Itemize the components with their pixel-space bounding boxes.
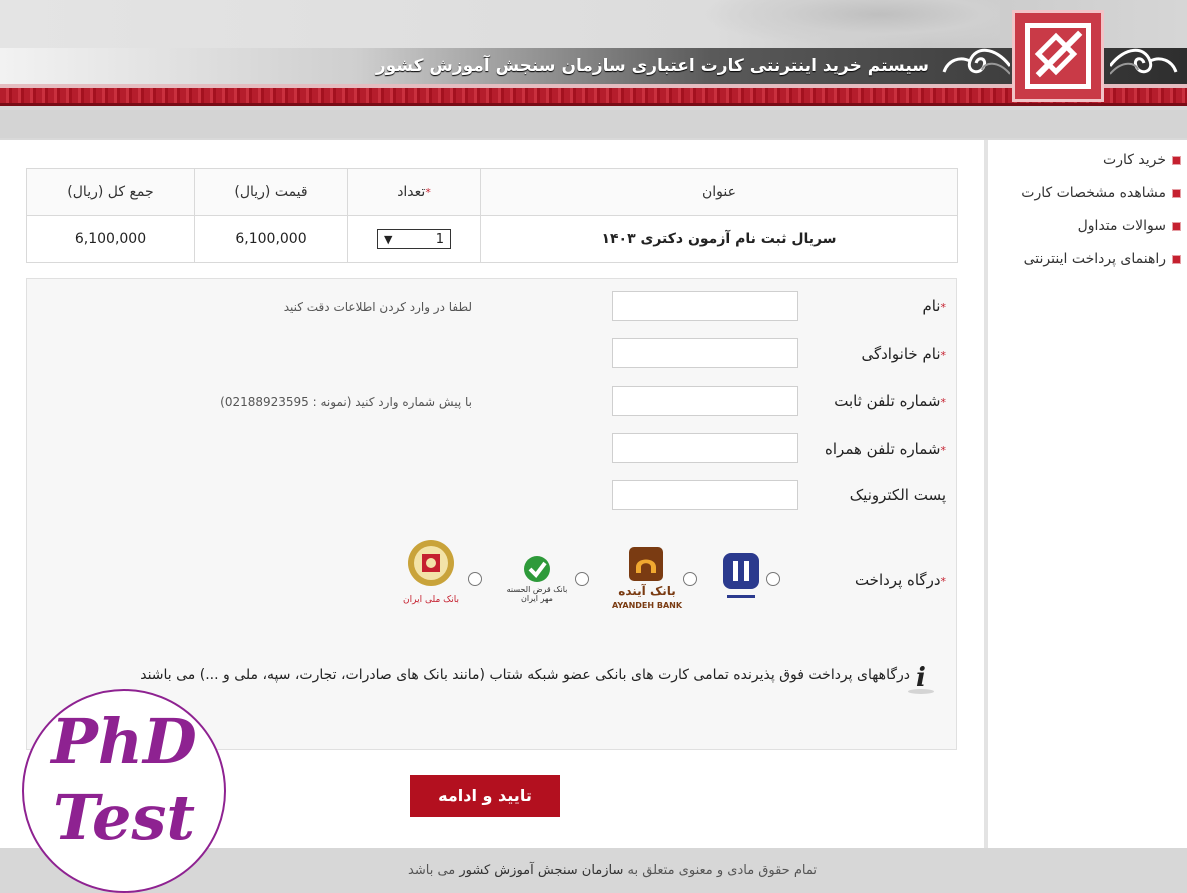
- col-price-header: قیمت (ریال): [194, 168, 348, 216]
- required-icon: *: [940, 396, 947, 409]
- table-row: سریال ثبت نام آزمون دکتری ۱۴۰۳ ▼ 1 6,100…: [26, 215, 958, 263]
- required-icon: *: [940, 301, 947, 314]
- phd-test-watermark: PhD Test: [22, 689, 226, 893]
- phone-input[interactable]: [612, 386, 798, 416]
- first-name-input[interactable]: [612, 291, 798, 321]
- phone-label: *شماره تلفن ثابت: [834, 392, 947, 410]
- cart-header-row: عنوان *تعداد قیمت (ریال) جمع کل (ریال): [26, 168, 958, 216]
- col-quantity-header: *تعداد: [347, 168, 481, 216]
- customer-form: *نام لطفا در وارد کردن اطلاعات دقت کنید …: [26, 278, 957, 750]
- ayandeh-name: بانک آینده: [618, 584, 676, 598]
- gateway-label: *درگاه پرداخت: [854, 571, 947, 589]
- melli-name: بانک ملی ایران: [403, 595, 459, 605]
- first-name-hint: لطفا در وارد کردن اطلاعات دقت کنید: [283, 300, 472, 314]
- header-red-pattern: [0, 84, 1187, 106]
- footer-org-name: سازمان سنجش آموزش کشور: [459, 863, 624, 878]
- last-name-label: *نام خانوادگی: [861, 345, 947, 363]
- mobile-label: *شماره تلفن همراه: [825, 440, 947, 458]
- bank1-logo-icon: [723, 553, 759, 598]
- confirm-continue-button[interactable]: تایید و ادامه: [410, 775, 560, 817]
- copyright-text: تمام حقوق مادی و معنوی متعلق به سازمان س…: [408, 863, 817, 878]
- sidebar: خرید کارت مشاهده مشخصات کارت سوالات متدا…: [984, 140, 1187, 848]
- ayandeh-name-en: AYANDEH BANK: [611, 601, 683, 610]
- quantity-cell: ▼ 1: [347, 215, 481, 263]
- last-name-input[interactable]: [612, 338, 798, 368]
- watermark-line1: PhD: [51, 705, 197, 778]
- item-price: 6,100,000: [194, 215, 348, 263]
- col-title-header: عنوان: [480, 168, 958, 216]
- gateway-radio-mehr[interactable]: [575, 572, 589, 586]
- ornament-left-icon: [942, 48, 1010, 75]
- required-icon: *: [940, 575, 947, 588]
- chevron-down-icon: ▼: [384, 233, 393, 246]
- email-input[interactable]: [612, 480, 798, 510]
- page-title: سیستم خرید اینترنتی کارت اعتباری سازمان …: [375, 56, 929, 76]
- gateway-radio-bank1[interactable]: [766, 572, 780, 586]
- sidebar-item-faq[interactable]: سوالات متداول: [988, 214, 1181, 247]
- ornament-right-icon: [1110, 48, 1178, 75]
- mehr-logo-icon: [524, 556, 550, 582]
- first-name-label: *نام: [922, 297, 947, 315]
- phone-hint: با پیش شماره وارد کنید (نمونه : 02188923…: [220, 395, 472, 409]
- item-total: 6,100,000: [26, 215, 195, 263]
- info-icon: i: [908, 662, 934, 694]
- watermark-line2: Test: [52, 781, 195, 854]
- melli-logo-icon: [408, 540, 454, 586]
- bullet-icon: [1172, 188, 1181, 198]
- sanjesh-logo: [1012, 10, 1104, 102]
- gateway-info-text: درگاههای پرداخت فوق پذیرنده تمامی کارت ه…: [140, 667, 910, 683]
- mobile-input[interactable]: [612, 433, 798, 463]
- quantity-select[interactable]: ▼ 1: [377, 229, 451, 249]
- email-label: پست الکترونیک: [849, 486, 946, 504]
- required-icon: *: [940, 349, 947, 362]
- sidebar-item-payment-guide[interactable]: راهنمای پرداخت اینترنتی: [988, 247, 1181, 280]
- required-icon: *: [940, 444, 947, 457]
- col-total-header: جمع کل (ریال): [26, 168, 195, 216]
- site-header: سیستم خرید اینترنتی کارت اعتباری سازمان …: [0, 0, 1187, 140]
- cart-table: عنوان *تعداد قیمت (ریال) جمع کل (ریال) س…: [26, 168, 958, 263]
- required-icon: *: [425, 186, 431, 199]
- bullet-icon: [1172, 221, 1181, 231]
- header-gray-strip: [0, 110, 1187, 138]
- sidebar-item-view-card[interactable]: مشاهده مشخصات کارت: [988, 181, 1181, 214]
- bullet-icon: [1172, 155, 1181, 165]
- mehr-name: بانک قرض الحسنه مهر ایران: [506, 585, 568, 603]
- gateway-radio-melli[interactable]: [468, 572, 482, 586]
- item-title: سریال ثبت نام آزمون دکتری ۱۴۰۳: [480, 215, 958, 263]
- sidebar-menu: خرید کارت مشاهده مشخصات کارت سوالات متدا…: [988, 140, 1187, 280]
- bullet-icon: [1172, 254, 1181, 264]
- sidebar-item-buy-card[interactable]: خرید کارت: [988, 148, 1181, 181]
